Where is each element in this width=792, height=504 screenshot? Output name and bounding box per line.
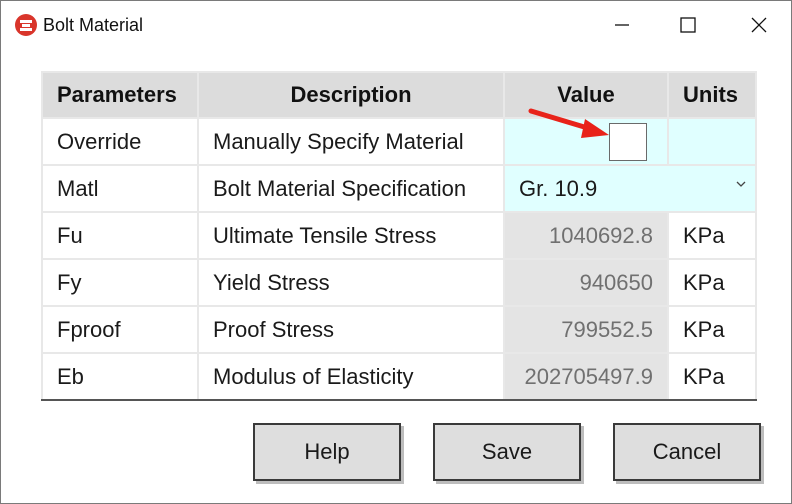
table-row-fproof: Fproof Proof Stress 799552.5 KPa [41,305,757,354]
param-cell: Fu [41,211,199,260]
header-description[interactable]: Description [197,71,505,119]
minimize-icon [615,24,629,26]
unit-cell: KPa [667,305,757,354]
desc-cell: Proof Stress [197,305,505,354]
header-parameters[interactable]: Parameters [41,71,199,119]
unit-cell [667,117,757,166]
desc-cell: Modulus of Elasticity [197,352,505,401]
param-cell: Fproof [41,305,199,354]
window-title: Bolt Material [43,15,144,35]
material-select-value: Gr. 10.9 [519,175,598,201]
desc-cell: Ultimate Tensile Stress [197,211,505,260]
header-units[interactable]: Units [667,71,757,119]
help-button[interactable]: Help [253,423,401,481]
minimize-button[interactable] [591,1,653,49]
value-cell: 202705497.9 [503,352,669,401]
table-row-override: Override Manually Specify Material [41,117,757,166]
parameters-table: Parameters Description Value Units Overr… [41,71,757,401]
table-row-fy: Fy Yield Stress 940650 KPa [41,258,757,307]
unit-cell: KPa [667,211,757,260]
bolt-material-dialog: Bolt Material Parameters Description Val… [0,0,792,504]
material-select[interactable]: Gr. 10.9 [503,164,757,213]
override-value-cell[interactable] [503,117,669,166]
maximize-icon [680,17,696,33]
param-cell: Matl [41,164,199,213]
table-row-matl: Matl Bolt Material Specification Gr. 10.… [41,164,757,213]
override-checkbox[interactable] [609,122,647,161]
table-header-row: Parameters Description Value Units [41,71,757,119]
desc-cell: Bolt Material Specification [197,164,505,213]
unit-cell: KPa [667,258,757,307]
close-button[interactable] [728,1,790,49]
param-cell: Fy [41,258,199,307]
desc-cell: Yield Stress [197,258,505,307]
close-icon [751,17,767,33]
app-icon [15,14,37,36]
table-row-eb: Eb Modulus of Elasticity 202705497.9 KPa [41,352,757,401]
cancel-button[interactable]: Cancel [613,423,761,481]
maximize-button[interactable] [657,1,719,49]
desc-cell: Manually Specify Material [197,117,505,166]
value-cell: 940650 [503,258,669,307]
title-bar[interactable]: Bolt Material [1,1,791,49]
value-cell: 1040692.8 [503,211,669,260]
table-row-fu: Fu Ultimate Tensile Stress 1040692.8 KPa [41,211,757,260]
unit-cell: KPa [667,352,757,401]
value-cell: 799552.5 [503,305,669,354]
param-cell: Override [41,117,199,166]
header-value[interactable]: Value [503,71,669,119]
chevron-down-icon[interactable] [735,178,747,190]
param-cell: Eb [41,352,199,401]
save-button[interactable]: Save [433,423,581,481]
